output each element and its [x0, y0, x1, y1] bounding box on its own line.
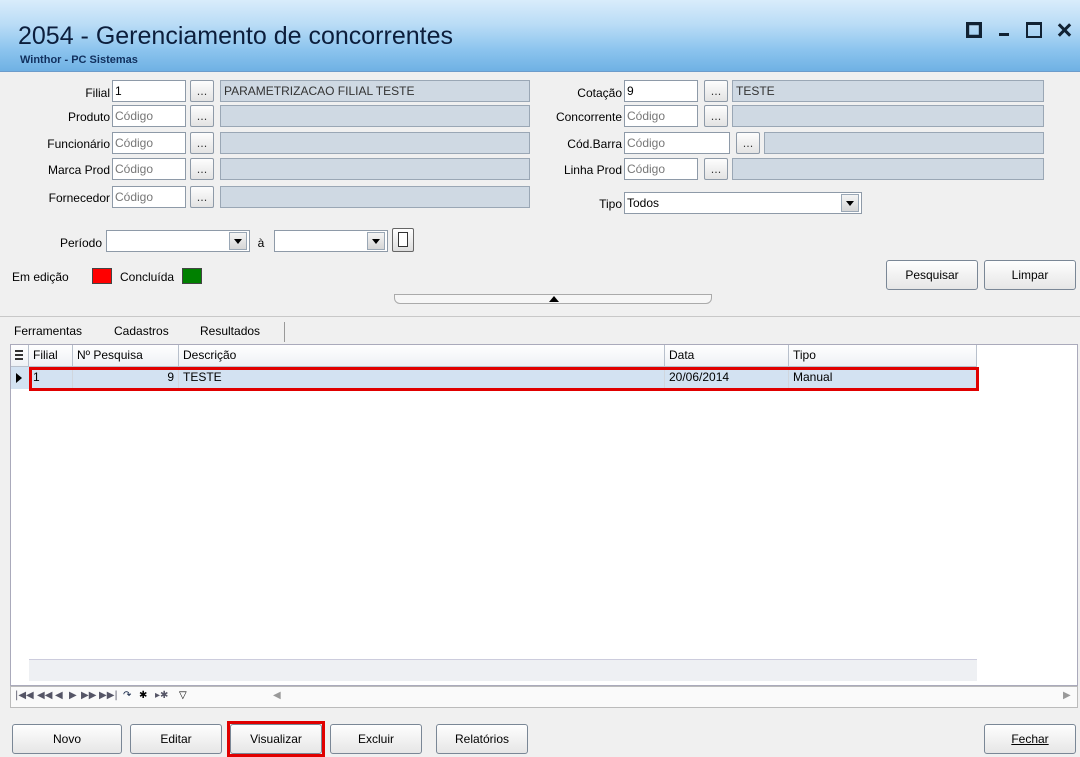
window-subtitle: Winthor - PC Sistemas: [20, 54, 138, 66]
close-icon[interactable]: [1056, 22, 1072, 38]
prev-record-icon[interactable]: ◀: [55, 690, 63, 701]
funcionario-lookup-button[interactable]: ...: [190, 132, 214, 154]
results-table: Filial Nº Pesquisa Descrição Data Tipo 1…: [10, 344, 1078, 686]
scroll-left-icon[interactable]: ◀: [273, 690, 281, 701]
chevron-down-icon[interactable]: [367, 232, 385, 250]
limpar-button[interactable]: Limpar: [984, 260, 1076, 290]
chevron-down-icon[interactable]: [229, 232, 247, 250]
header-descricao[interactable]: Descrição: [179, 345, 665, 367]
cod-barra-input[interactable]: Código: [624, 132, 730, 154]
chevron-up-icon: [549, 296, 559, 302]
filter-icon[interactable]: ▽: [179, 690, 187, 701]
editar-button[interactable]: Editar: [130, 724, 222, 754]
table-footer-row: [29, 659, 977, 681]
filial-lookup-button[interactable]: ...: [190, 80, 214, 102]
funcionario-description: [220, 132, 530, 154]
concorrente-description: [732, 105, 1044, 127]
cod-barra-lookup-button[interactable]: ...: [736, 132, 760, 154]
filial-description: PARAMETRIZACAO FILIAL TESTE: [220, 80, 530, 102]
concluida-swatch: [182, 268, 202, 284]
filial-input[interactable]: 1: [112, 80, 186, 102]
funcionario-label: Funcionário: [47, 137, 110, 151]
refresh-icon[interactable]: ↷: [123, 690, 131, 701]
menu-cadastros[interactable]: Cadastros: [114, 324, 169, 338]
fechar-button[interactable]: Fechar: [984, 724, 1076, 754]
produto-input[interactable]: Código: [112, 105, 186, 127]
next-page-icon[interactable]: ▶▶: [81, 690, 96, 701]
funcionario-input[interactable]: Código: [112, 132, 186, 154]
fornecedor-description: [220, 186, 530, 208]
menu-ferramentas[interactable]: Ferramentas: [14, 324, 82, 338]
chevron-down-icon[interactable]: [841, 194, 859, 212]
relatorios-button[interactable]: Relatórios: [436, 724, 528, 754]
insert-icon[interactable]: ✱: [139, 690, 147, 701]
cotacao-lookup-button[interactable]: ...: [704, 80, 728, 102]
header-filial[interactable]: Filial: [29, 345, 73, 367]
linha-prod-description: [732, 158, 1044, 180]
window-title: 2054 - Gerenciamento de concorrentes: [18, 22, 453, 50]
maximize-icon[interactable]: [1026, 22, 1042, 38]
concorrente-input[interactable]: Código: [624, 105, 698, 127]
fornecedor-lookup-button[interactable]: ...: [190, 186, 214, 208]
marca-prod-label: Marca Prod: [47, 163, 110, 177]
next-record-icon[interactable]: ▶: [69, 690, 77, 701]
calendar-icon[interactable]: [392, 228, 414, 252]
menu-bar: Ferramentas Cadastros Resultados: [10, 320, 1078, 344]
cotacao-input[interactable]: 9: [624, 80, 698, 102]
concorrente-label: Concorrente: [555, 110, 622, 124]
periodo-end-input[interactable]: [274, 230, 388, 252]
header-tipo[interactable]: Tipo: [789, 345, 977, 367]
em-edicao-swatch: [92, 268, 112, 284]
fornecedor-input[interactable]: Código: [112, 186, 186, 208]
cotacao-description: TESTE: [732, 80, 1044, 102]
highlight-box: [29, 367, 979, 391]
concluida-label: Concluída: [120, 270, 175, 284]
produto-description: [220, 105, 530, 127]
periodo-label: Período: [59, 236, 102, 250]
marca-prod-lookup-button[interactable]: ...: [190, 158, 214, 180]
window-controls: [966, 22, 1072, 38]
tipo-select-value: Todos: [627, 196, 660, 210]
excluir-button[interactable]: Excluir: [330, 724, 422, 754]
navigator-bar: |◀◀ ◀◀ ◀ ▶ ▶▶ ▶▶| ↷ ✱ ▸✱ ▽ ◀ ▶: [10, 686, 1078, 708]
restore-icon[interactable]: [966, 22, 982, 38]
marca-prod-input[interactable]: Código: [112, 158, 186, 180]
first-page-icon[interactable]: |◀◀: [15, 690, 34, 701]
cotacao-label: Cotação: [577, 86, 622, 100]
linha-prod-lookup-button[interactable]: ...: [704, 158, 728, 180]
cod-barra-description: [764, 132, 1044, 154]
header-n-pesquisa[interactable]: Nº Pesquisa: [73, 345, 179, 367]
em-edicao-label: Em edição: [12, 270, 69, 284]
row-indicator-icon: [16, 373, 22, 383]
produto-label: Produto: [67, 110, 110, 124]
menu-resultados[interactable]: Resultados: [200, 324, 260, 338]
last-page-icon[interactable]: ▶▶|: [99, 690, 118, 701]
periodo-separator: à: [257, 236, 265, 250]
produto-lookup-button[interactable]: ...: [190, 105, 214, 127]
column-chooser-icon[interactable]: [11, 345, 29, 367]
splitter-handle[interactable]: [394, 294, 712, 304]
scroll-right-icon[interactable]: ▶: [1063, 690, 1071, 701]
divider: [0, 316, 1080, 317]
header-data[interactable]: Data: [665, 345, 789, 367]
cod-barra-label: Cód.Barra: [567, 137, 622, 151]
filial-label: Filial: [85, 86, 110, 100]
tipo-label: Tipo: [599, 197, 622, 211]
fornecedor-label: Fornecedor: [48, 191, 110, 205]
concorrente-lookup-button[interactable]: ...: [704, 105, 728, 127]
marca-prod-description: [220, 158, 530, 180]
menu-separator: [284, 322, 285, 342]
tipo-select[interactable]: Todos: [624, 192, 862, 214]
periodo-start-input[interactable]: [106, 230, 250, 252]
title-bar: 2054 - Gerenciamento de concorrentes Win…: [0, 0, 1080, 72]
append-icon[interactable]: ▸✱: [155, 690, 168, 701]
linha-prod-label: Linha Prod: [563, 163, 622, 177]
prev-page-icon[interactable]: ◀◀: [37, 690, 52, 701]
minimize-icon[interactable]: [996, 22, 1012, 38]
visualizar-highlight: [227, 721, 325, 757]
pesquisar-button[interactable]: Pesquisar: [886, 260, 978, 290]
novo-button[interactable]: Novo: [12, 724, 122, 754]
linha-prod-input[interactable]: Código: [624, 158, 698, 180]
